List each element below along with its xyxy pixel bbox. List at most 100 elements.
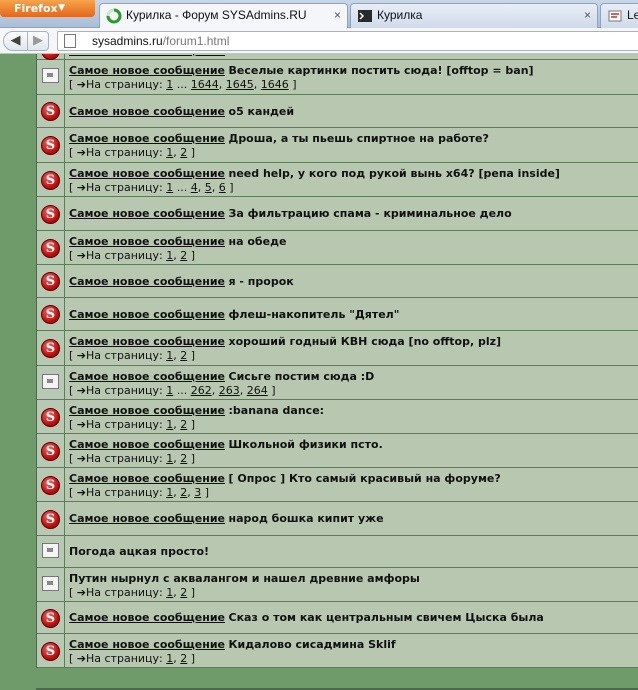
page-links-suffix: ]: [187, 349, 196, 362]
newest-post-link[interactable]: Самое новое сообщение: [69, 207, 225, 220]
address-bar[interactable]: sysadmins.ru/forum1.html: [57, 31, 638, 51]
topic-title-line: Самое новое сообщение на обеде: [69, 235, 638, 248]
hot-topic-icon: S: [41, 442, 60, 461]
page-links: [ ➔На страницу: 1 ... 262, 263, 264 ]: [69, 384, 638, 397]
tab-kurilka-forum[interactable]: Курилка - Форум SYSAdmins.RU ×: [99, 3, 348, 29]
page-separator: ,: [218, 78, 226, 91]
topic-row: S Самое новое сообщение need help, у кого…: [37, 163, 638, 197]
newest-post-link[interactable]: Самое новое сообщение: [69, 235, 225, 248]
page-links-suffix: ]: [187, 418, 196, 431]
topic-title[interactable]: народ бошка кипит уже: [229, 512, 384, 525]
topic-title-line: Самое новое сообщение Сисьге постим сюда…: [69, 370, 638, 383]
newest-post-link[interactable]: Самое новое сообщение: [69, 438, 225, 451]
topic-title[interactable]: Веселые картинки постить сюда! [offtop =…: [229, 64, 534, 77]
newest-post-link[interactable]: Самое новое сообщение: [69, 335, 225, 348]
page-link[interactable]: 4: [191, 181, 198, 194]
page-link[interactable]: 5: [205, 181, 212, 194]
hot-topic-icon: S: [41, 272, 60, 291]
newest-post-link[interactable]: Самое новое сообщение: [69, 370, 225, 383]
topic-title[interactable]: о5 кандей: [229, 105, 295, 118]
topic-title-line: Путин нырнул с аквалангом и нашел древни…: [69, 572, 638, 585]
topic-cell: Путин нырнул с аквалангом и нашел древни…: [65, 568, 638, 601]
hot-topic-icon: S: [41, 476, 60, 495]
topic-title[interactable]: Школьной физики псто.: [229, 438, 383, 451]
newest-post-link[interactable]: Самое новое сообщение: [69, 404, 225, 417]
page-separator: ,: [239, 384, 247, 397]
topic-title[interactable]: хороший годный КВН сюда [no offtop, plz]: [229, 335, 502, 348]
hot-topic-icon: S: [41, 305, 60, 324]
topic-title[interactable]: :banana dance:: [229, 404, 325, 417]
page-links-prefix: [ ➔На страницу:: [69, 452, 167, 465]
topic-title-line: Самое новое сообщение хороший годный КВН…: [69, 335, 638, 348]
newest-post-link[interactable]: Самое новое сообщение: [69, 64, 225, 77]
loading-spinner-icon: [106, 8, 122, 24]
newest-post-link[interactable]: Самое новое сообщение: [69, 105, 225, 118]
tab-lea[interactable]: Lea: [600, 3, 638, 28]
page-links: [ ➔На страницу: 1, 2 ]: [69, 452, 638, 465]
topic-title[interactable]: Сисьге постим сюда :D: [229, 370, 375, 383]
topic-title[interactable]: Дроша, а ты пьешь спиртное на работе?: [229, 132, 489, 145]
topic-icon-cell: S: [37, 602, 65, 633]
topic-title[interactable]: на обеде: [229, 235, 287, 248]
topic-title-line: Самое новое сообщение аванс: [69, 54, 638, 57]
hot-topic-icon: S: [41, 136, 60, 155]
tab-kurilka[interactable]: Курилка ×: [350, 3, 598, 28]
topic-cell: Самое новое сообщение Кидалово сисадмина…: [65, 634, 638, 667]
topic-row: Путин нырнул с аквалангом и нашел древни…: [37, 568, 638, 602]
topic-icon-cell: S: [37, 265, 65, 297]
topic-icon-cell: [37, 568, 65, 601]
page-link[interactable]: 6: [219, 181, 226, 194]
newest-post-link[interactable]: Самое новое сообщение: [69, 132, 225, 145]
topic-cell: Самое новое сообщение need help, у кого …: [65, 163, 638, 196]
newest-post-link[interactable]: Самое новое сообщение: [69, 275, 225, 288]
topic-title-line: Самое новое сообщение флеш-накопитель "Д…: [69, 308, 638, 321]
page-separator: ,: [211, 384, 219, 397]
page-link[interactable]: 264: [247, 384, 268, 397]
topic-title[interactable]: Кидалово сисадмина Sklif: [229, 638, 396, 651]
tab-strip: Firefox ▼ Курилка - Форум SYSAdmins.RU ×…: [0, 0, 638, 29]
page-link[interactable]: 1646: [261, 78, 289, 91]
topic-title-line: Самое новое сообщение народ бошка кипит …: [69, 512, 638, 525]
page-links-suffix: ]: [187, 586, 196, 599]
firefox-menu-label: Firefox: [14, 2, 58, 15]
topic-title[interactable]: флеш-накопитель "Дятел": [229, 308, 400, 321]
firefox-menu-button[interactable]: Firefox ▼: [0, 0, 95, 17]
back-button[interactable]: ◀: [3, 31, 28, 51]
newest-post-link[interactable]: Самое новое сообщение: [69, 611, 225, 624]
topic-title[interactable]: [ Опрос ] Кто самый красивый на форуме?: [229, 472, 501, 485]
topic-list: SСамое новое сообщение авансСамое новое …: [36, 54, 638, 668]
newest-post-link[interactable]: Самое новое сообщение: [69, 472, 225, 485]
newest-post-link[interactable]: Самое новое сообщение: [69, 308, 225, 321]
newest-post-link[interactable]: Самое новое сообщение: [69, 512, 225, 525]
close-icon[interactable]: ×: [584, 4, 591, 26]
page-links-prefix: [ ➔На страницу:: [69, 181, 167, 194]
tab-title: Lea: [627, 8, 638, 22]
topic-icon-cell: S: [37, 128, 65, 162]
newest-post-link[interactable]: Самое новое сообщение: [69, 167, 225, 180]
page-links-suffix: ]: [225, 181, 234, 194]
page-link[interactable]: 1645: [226, 78, 254, 91]
page-links-prefix: [ ➔На страницу:: [69, 418, 167, 431]
topic-title[interactable]: я - пророк: [229, 275, 294, 288]
page-link[interactable]: 263: [219, 384, 240, 397]
topic-title[interactable]: Путин нырнул с аквалангом и нашел древни…: [69, 572, 420, 585]
close-icon[interactable]: ×: [334, 4, 341, 26]
newest-post-link[interactable]: Самое новое сообщение: [69, 638, 225, 651]
hot-topic-icon: S: [41, 171, 60, 190]
topic-title-line: Самое новое сообщение Школьной физики пс…: [69, 438, 638, 451]
topic-row: S Самое новое сообщение на обеде[ ➔На стр…: [37, 231, 638, 265]
topic-title[interactable]: need help, у кого под рукой вынь х64? [р…: [229, 167, 560, 180]
newest-post-link[interactable]: Самое новое сообщение: [69, 54, 225, 57]
topic-title[interactable]: Сказ о том как центральным свичем Цыска …: [229, 611, 544, 624]
topic-title[interactable]: Погода ацкая просто!: [69, 545, 209, 558]
topic-cell: Самое новое сообщение За фильтрацию спам…: [65, 197, 638, 230]
page-link[interactable]: 262: [191, 384, 212, 397]
page-link[interactable]: 1644: [191, 78, 219, 91]
topic-title-line: Самое новое сообщение о5 кандей: [69, 105, 638, 118]
topic-title[interactable]: За фильтрацию спама - криминальное дело: [229, 207, 512, 220]
topic-icon-cell: [37, 60, 65, 94]
forward-button[interactable]: ▶: [27, 31, 49, 51]
hot-topic-icon: S: [41, 102, 60, 121]
url-host: sysadmins.ru: [92, 34, 163, 48]
topic-title[interactable]: аванс: [229, 54, 265, 57]
